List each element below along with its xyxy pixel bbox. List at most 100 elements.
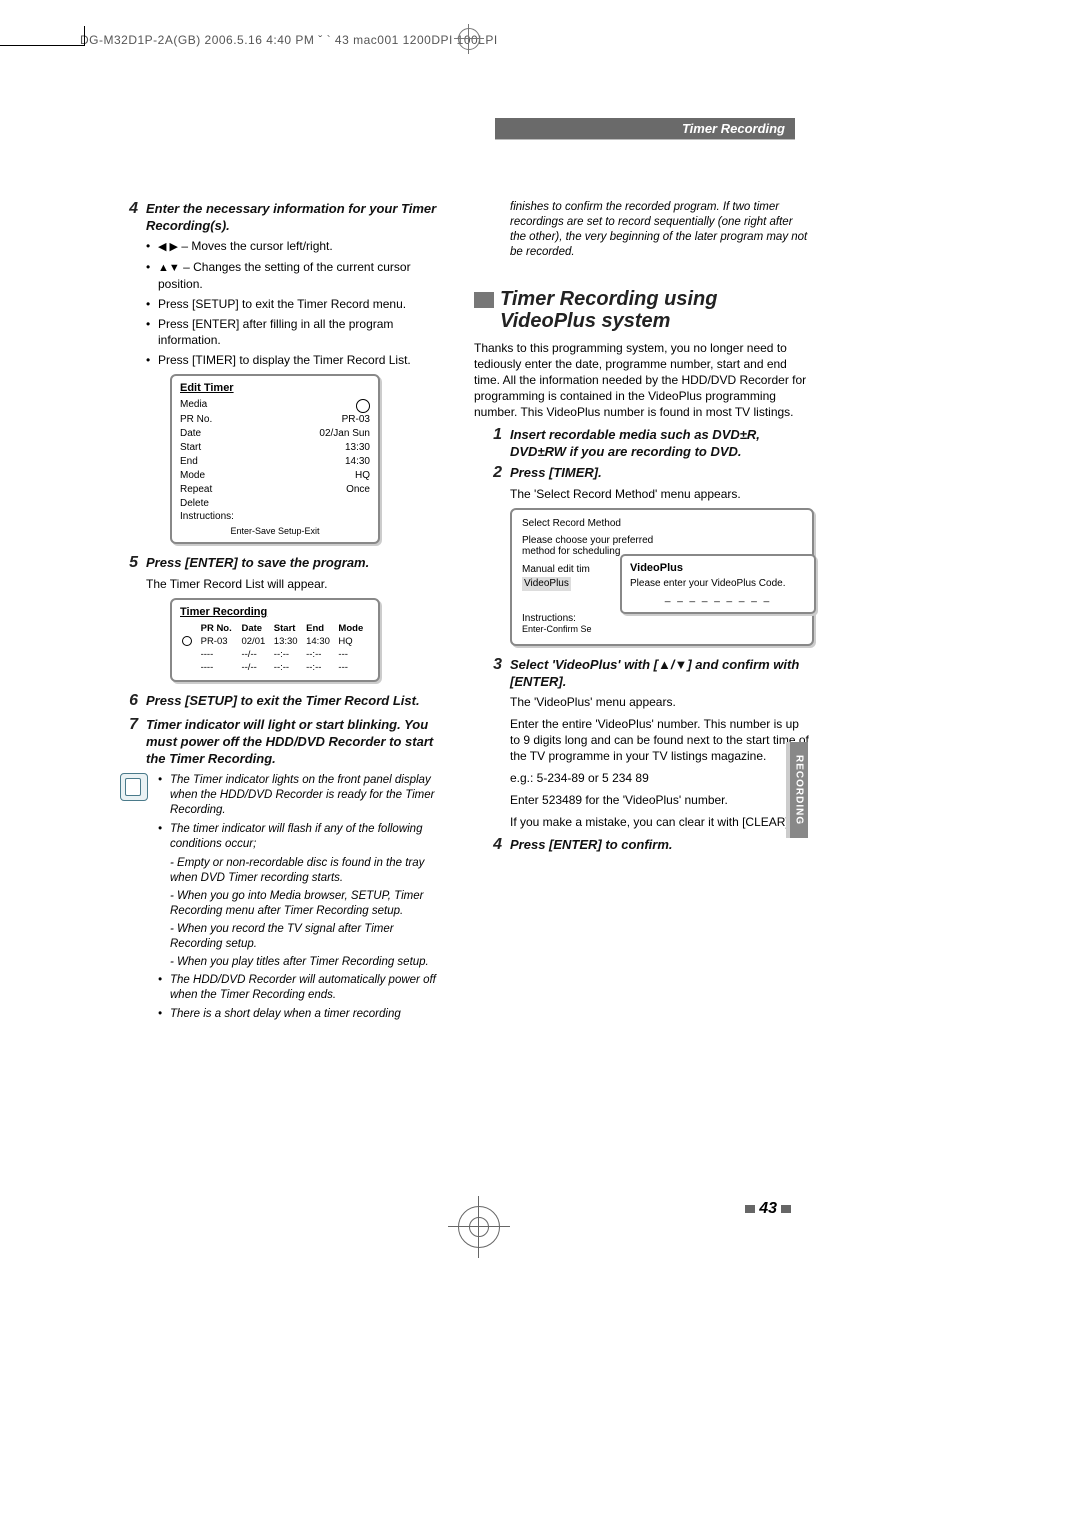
panel-line: Please choose your preferred [522,535,802,546]
th: PR No. [199,622,240,635]
instructions-label: Instructions: [522,613,802,624]
label: Delete [180,497,209,511]
table-head: PR No. Date Start End Mode [180,622,370,635]
popup-title: VideoPlus [630,562,806,574]
step-number: 6 [110,692,146,710]
note: The Timer indicator lights on the front … [158,773,446,818]
bullet-text: – Changes the setting of the current cur… [158,260,411,291]
step-number: 5 [110,554,146,572]
instructions: Enter-Confirm Se [522,624,802,634]
option-selected: VideoPlus [522,577,571,591]
section-tab-recording: RECORDING [790,742,808,838]
select-record-method-panel: Select Record Method Please choose your … [510,508,814,646]
step-6: 6 Press [SETUP] to exit the Timer Record… [110,692,446,710]
instructions: Enter-Save Setup-Exit [180,526,370,536]
table-row: ---- --/-- --:-- --:-- --- [180,661,370,674]
label: Start [180,441,201,455]
left-right-arrows-icon: ◀ ▶ [158,239,178,255]
continuation-note: finishes to confirm the recorded program… [510,200,810,260]
step-4: 4 Enter the necessary information for yo… [110,200,446,234]
label: Repeat [180,483,212,497]
cell: --/-- [239,661,271,674]
step-5: 5 Press [ENTER] to save the program. [110,554,446,572]
step-title: Press [ENTER] to confirm. [510,836,673,854]
note-bullets: The HDD/DVD Recorder will automatically … [158,973,446,1022]
step-7: 7 Timer indicator will light or start bl… [110,716,446,767]
timer-table: PR No. Date Start End Mode PR-03 02/01 1… [180,622,370,674]
value: PR-03 [342,413,370,427]
intro-text: Thanks to this programming system, you n… [474,340,810,420]
value: 14:30 [345,455,370,469]
code-entry-field: _ _ _ _ _ _ _ _ _ [630,592,806,603]
heading-text: Timer Recording using VideoPlus system [500,288,810,332]
print-header: DG-M32D1P-2A(GB) 2006.5.16 4:40 PM ˇ ` 4… [80,33,498,47]
value: 13:30 [345,441,370,455]
bullet: Press [SETUP] to exit the Timer Record m… [146,296,446,312]
note-sub: - When you go into Media browser, SETUP,… [170,889,446,919]
cell: ---- [199,661,240,674]
vp-step-4: 4 Press [ENTER] to confirm. [474,836,810,854]
note: The timer indicator will flash if any of… [158,822,446,852]
step-title: Timer indicator will light or start blin… [146,716,446,767]
label: Date [180,427,201,441]
step-title: Insert recordable media such as DVD±R, D… [510,426,810,460]
step-title: Select 'VideoPlus' with [▲/▼] and confir… [510,656,810,690]
th: End [304,622,336,635]
bullet-text: – Moves the cursor left/right. [178,239,333,253]
panel-title: Select Record Method [522,518,802,529]
instructions-label: Instructions: [180,511,370,522]
vp-step-3: 3 Select 'VideoPlus' with [▲/▼] and conf… [474,656,810,690]
cell: --:-- [304,661,336,674]
cell: --:-- [272,648,304,661]
note-icon [120,773,148,801]
step-number: 2 [474,464,510,482]
cell: HQ [336,635,370,648]
disc-icon [356,399,370,413]
crop-mark-tl [0,45,85,66]
step-number: 7 [110,716,146,767]
note-sub: - When you play titles after Timer Recor… [170,955,446,970]
registration-mark-bottom [458,1206,500,1248]
cell: PR-03 [199,635,240,648]
body-text: Enter the entire 'VideoPlus' number. Thi… [510,716,810,764]
label: PR No. [180,413,212,427]
step-title: Press [SETUP] to exit the Timer Record L… [146,692,420,710]
value: HQ [355,469,370,483]
cell: ---- [199,648,240,661]
disc-icon [182,636,192,646]
heading-marker-icon [474,292,494,308]
manual-page: DG-M32D1P-2A(GB) 2006.5.16 4:40 PM ˇ ` 4… [0,0,1080,1528]
step-number: 1 [474,426,510,460]
heading-2: Timer Recording using VideoPlus system [474,288,810,332]
cell: --:-- [304,648,336,661]
rule [495,139,795,140]
note: There is a short delay when a timer reco… [158,1007,446,1022]
body-text: e.g.: 5-234-89 or 5 234 89 [510,770,810,786]
page-marker-icon [781,1205,791,1213]
vp-step-2: 2 Press [TIMER]. [474,464,810,482]
step-title: Press [ENTER] to save the program. [146,554,369,572]
step-number: 4 [474,836,510,854]
step-number: 3 [474,656,510,690]
label: Mode [180,469,205,483]
step-title: Enter the necessary information for your… [146,200,446,234]
body-text: The Timer Record List will appear. [146,576,446,592]
cell: 02/01 [239,635,271,648]
panel-title: Edit Timer [180,382,370,394]
bullet: ◀ ▶ – Moves the cursor left/right. [146,238,446,255]
body-text: If you make a mistake, you can clear it … [510,814,810,830]
th: Mode [336,622,370,635]
bullet: ▲▼ – Changes the setting of the current … [146,259,446,292]
popup-body: Please enter your VideoPlus Code. [630,578,806,589]
page-number-value: 43 [759,1200,777,1217]
body-text: Enter 523489 for the 'VideoPlus' number. [510,792,810,808]
note-sub: - When you record the TV signal after Ti… [170,922,446,952]
table-row: ---- --/-- --:-- --:-- --- [180,648,370,661]
note-sub: - Empty or non-recordable disc is found … [170,856,446,886]
cell: --- [336,648,370,661]
cell: 14:30 [304,635,336,648]
step4-bullets: ◀ ▶ – Moves the cursor left/right. ▲▼ – … [146,238,446,368]
value: 02/Jan Sun [319,427,370,441]
note-bullets: The Timer indicator lights on the front … [158,773,446,852]
step-title: Press [TIMER]. [510,464,602,482]
